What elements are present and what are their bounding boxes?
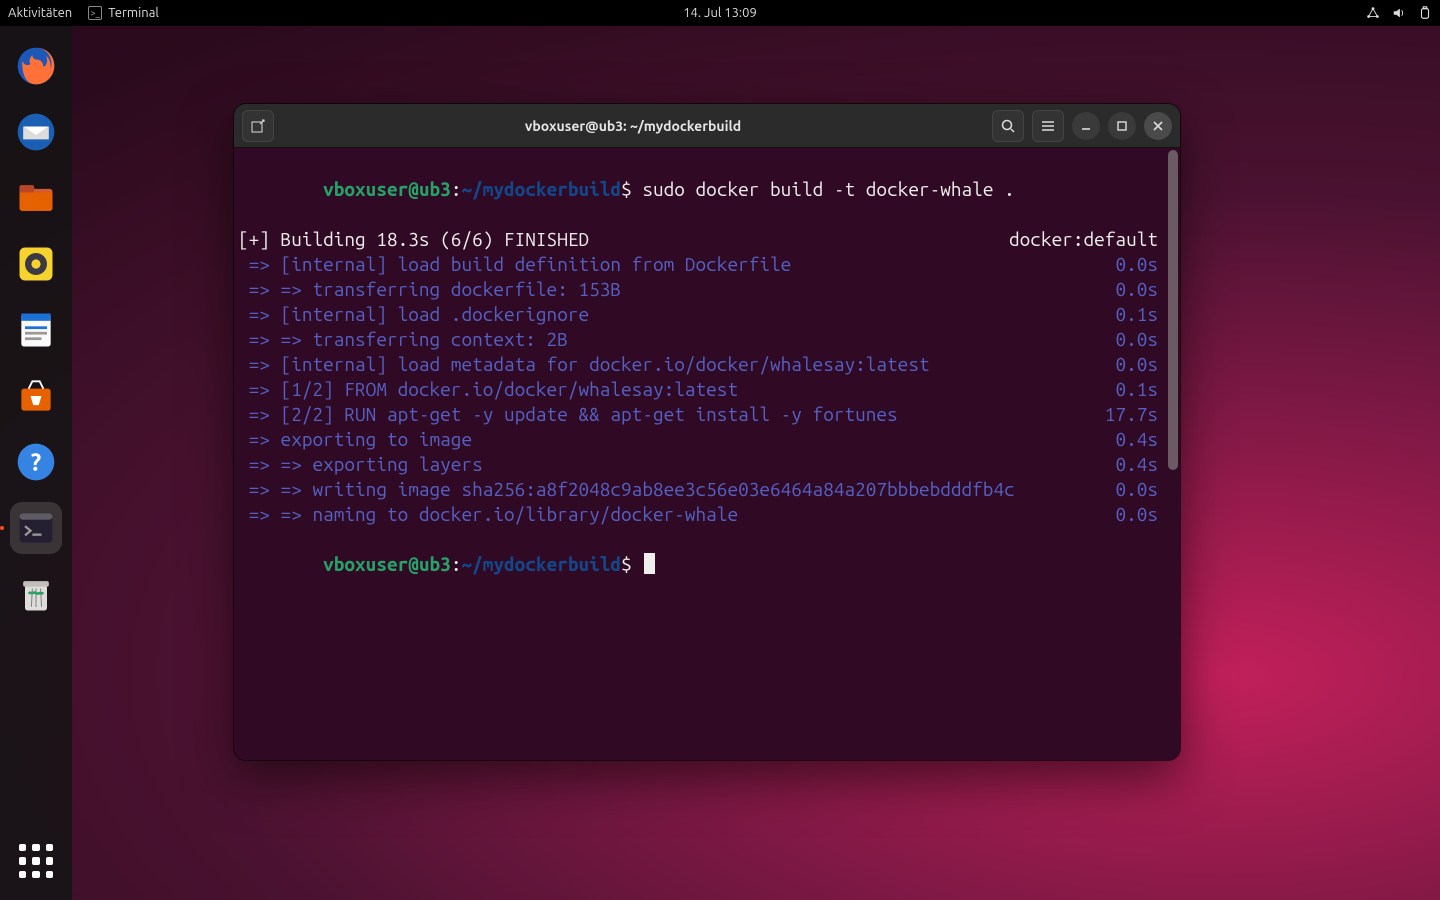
focused-app-indicator[interactable]: >_ Terminal <box>88 6 159 20</box>
dock-rhythmbox[interactable] <box>10 238 62 290</box>
dock-thunderbird[interactable] <box>10 106 62 158</box>
writer-icon <box>14 308 58 352</box>
firefox-icon <box>14 44 58 88</box>
dock-firefox[interactable] <box>10 40 62 92</box>
terminal-viewport[interactable]: vboxuser@ub3:~/mydockerbuild$ sudo docke… <box>234 148 1180 760</box>
window-title: vboxuser@ub3: ~/mydockerbuild <box>282 118 984 134</box>
focused-app-label: Terminal <box>108 6 159 20</box>
close-icon <box>1152 120 1164 132</box>
build-header: [+] Building 18.3s (6/6) FINISHED docker… <box>238 227 1172 252</box>
show-applications-button[interactable] <box>15 840 57 882</box>
dock-trash[interactable] <box>10 568 62 620</box>
build-step: => => exporting layers0.4s <box>238 452 1172 477</box>
build-step: => => writing image sha256:a8f2048c9ab8e… <box>238 477 1172 502</box>
minimize-button[interactable] <box>1072 112 1100 140</box>
scrollbar-thumb[interactable] <box>1168 150 1178 470</box>
new-tab-icon <box>250 118 266 134</box>
files-icon <box>14 176 58 220</box>
network-icon[interactable] <box>1366 6 1380 20</box>
minimize-icon <box>1080 120 1092 132</box>
search-button[interactable] <box>992 110 1024 142</box>
maximize-button[interactable] <box>1108 112 1136 140</box>
prompt-path: ~/mydockerbuild <box>461 178 621 200</box>
terminal-window: vboxuser@ub3: ~/mydockerbuild vboxuser@u… <box>234 104 1180 760</box>
build-step: => => transferring dockerfile: 153B0.0s <box>238 277 1172 302</box>
titlebar[interactable]: vboxuser@ub3: ~/mydockerbuild <box>234 104 1180 148</box>
terminal-icon <box>14 506 58 550</box>
close-button[interactable] <box>1144 112 1172 140</box>
menu-button[interactable] <box>1032 110 1064 142</box>
prompt-line: vboxuser@ub3:~/mydockerbuild$ sudo docke… <box>238 152 1172 227</box>
build-step: => [internal] load metadata for docker.i… <box>238 352 1172 377</box>
prompt-userhost: vboxuser@ub3 <box>323 178 451 200</box>
trash-icon <box>14 572 58 616</box>
scrollbar[interactable] <box>1168 150 1178 758</box>
build-step: => [internal] load build definition from… <box>238 252 1172 277</box>
dock-help[interactable]: ? <box>10 436 62 488</box>
help-icon: ? <box>14 440 58 484</box>
build-step: => exporting to image0.4s <box>238 427 1172 452</box>
build-steps: => [internal] load build definition from… <box>238 252 1172 527</box>
command-text: sudo docker build -t docker-whale . <box>632 178 1015 200</box>
build-step: => => transferring context: 2B0.0s <box>238 327 1172 352</box>
prompt-line: vboxuser@ub3:~/mydockerbuild$ <box>238 527 1172 602</box>
top-panel: Aktivitäten >_ Terminal 14. Jul 13:09 <box>0 0 1440 26</box>
dock-writer[interactable] <box>10 304 62 356</box>
build-step: => [1/2] FROM docker.io/docker/whalesay:… <box>238 377 1172 402</box>
dock: ? <box>0 26 72 900</box>
cursor <box>644 553 655 574</box>
software-icon <box>14 374 58 418</box>
thunderbird-icon <box>14 110 58 154</box>
svg-text:?: ? <box>31 448 41 475</box>
activities-button[interactable]: Aktivitäten <box>8 6 72 20</box>
battery-icon[interactable] <box>1418 6 1432 20</box>
search-icon <box>1000 118 1016 134</box>
new-tab-button[interactable] <box>242 110 274 142</box>
maximize-icon <box>1116 120 1128 132</box>
dock-files[interactable] <box>10 172 62 224</box>
speaker-icon <box>14 242 58 286</box>
clock[interactable]: 14. Jul 13:09 <box>683 6 757 20</box>
volume-icon[interactable] <box>1392 6 1406 20</box>
hamburger-icon <box>1040 118 1056 134</box>
build-step: => => naming to docker.io/library/docker… <box>238 502 1172 527</box>
build-step: => [internal] load .dockerignore0.1s <box>238 302 1172 327</box>
dock-software[interactable] <box>10 370 62 422</box>
terminal-small-icon: >_ <box>88 6 102 20</box>
build-step: => [2/2] RUN apt-get -y update && apt-ge… <box>238 402 1172 427</box>
dock-terminal[interactable] <box>10 502 62 554</box>
